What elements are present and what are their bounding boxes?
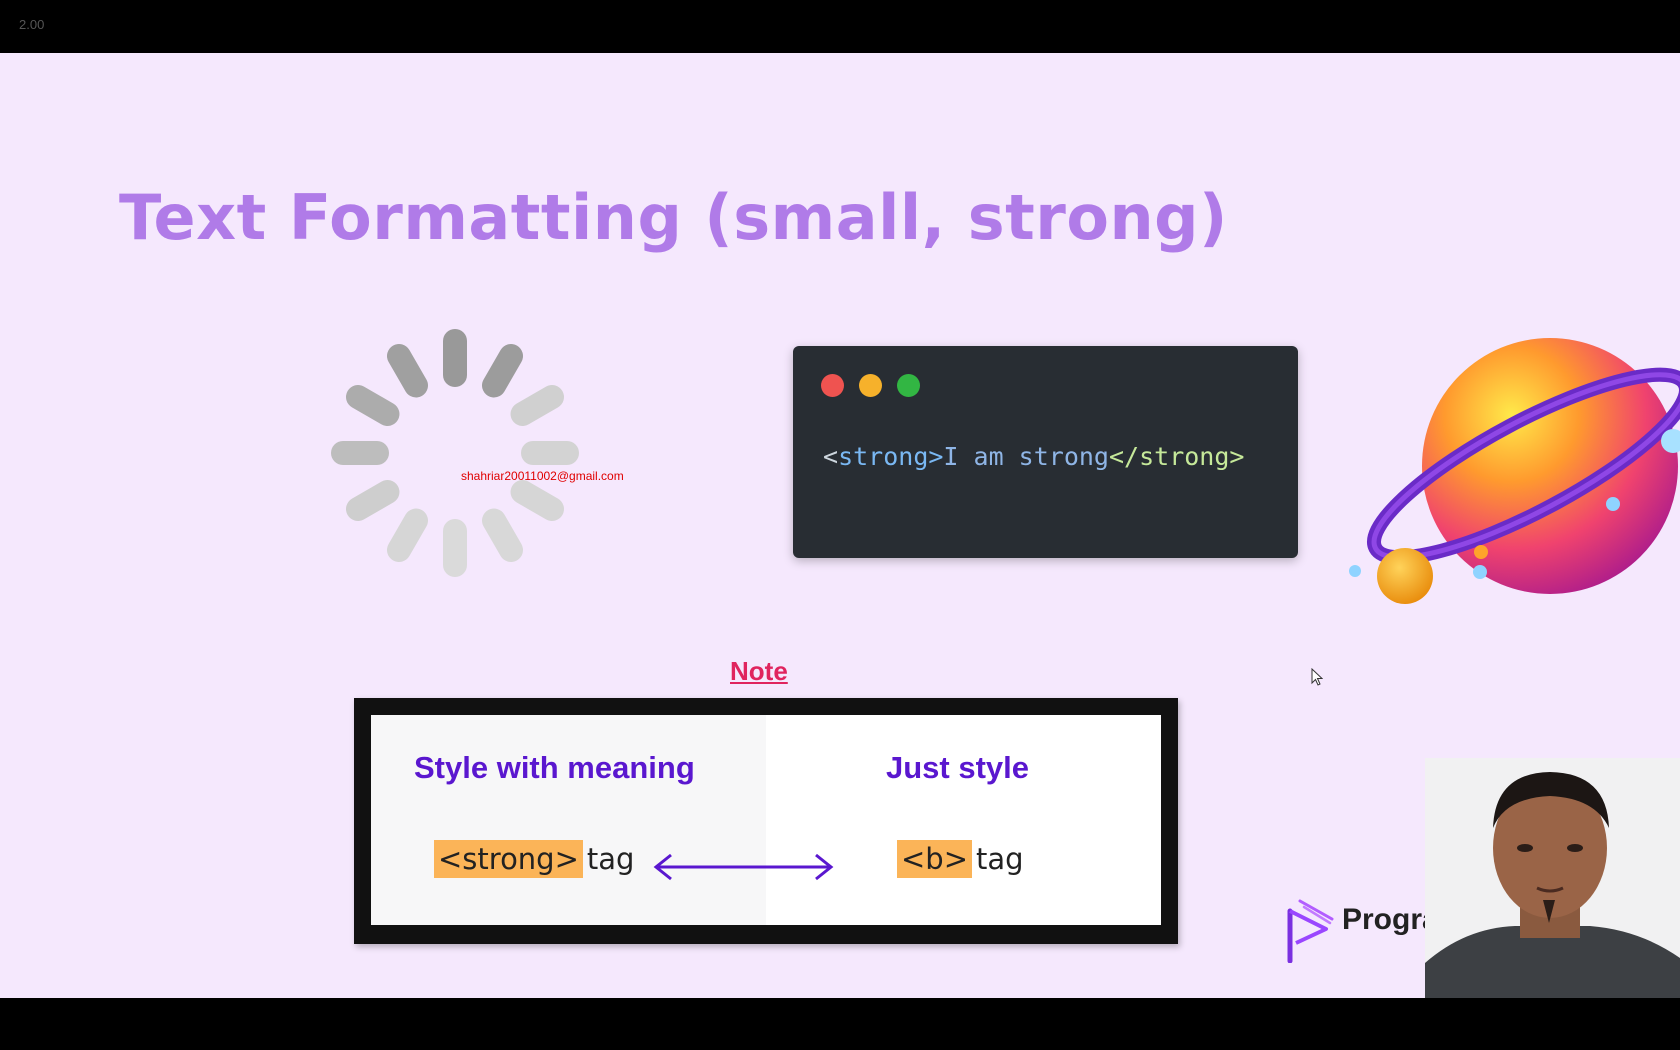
window-dot-green bbox=[897, 374, 920, 397]
email-watermark: shahriar20011002@gmail.com bbox=[461, 469, 624, 483]
video-bottom-bar bbox=[0, 998, 1680, 1050]
code-line: <strong>I am strong</strong> bbox=[823, 442, 1244, 471]
strong-tag-suffix: tag bbox=[586, 842, 635, 876]
heading-style-with-meaning: Style with meaning bbox=[414, 750, 695, 785]
code-open-tag: strong> bbox=[838, 442, 944, 471]
heading-just-style: Just style bbox=[886, 750, 1030, 785]
video-top-bar: 2.00 bbox=[0, 0, 1680, 53]
code-open-bracket: < bbox=[823, 442, 839, 471]
slide-title: Text Formatting (small, strong) bbox=[119, 181, 1228, 254]
comparison-inner: Style with meaning Just style <strong> t… bbox=[371, 715, 1161, 925]
window-dot-yellow bbox=[859, 374, 882, 397]
comparison-panel: Style with meaning Just style <strong> t… bbox=[354, 698, 1178, 944]
mouse-cursor-icon bbox=[1311, 668, 1323, 686]
planet-illustration bbox=[1349, 338, 1680, 604]
note-heading: Note bbox=[730, 656, 788, 686]
code-close-tag: </strong> bbox=[1109, 442, 1245, 471]
playback-speed[interactable]: 2.00 bbox=[19, 17, 44, 32]
b-tag-highlight: <b> bbox=[897, 840, 973, 878]
strong-tag-row: <strong> tag bbox=[434, 840, 634, 878]
b-tag-suffix: tag bbox=[976, 842, 1024, 876]
strong-tag-highlight: <strong> bbox=[434, 840, 583, 878]
window-dot-red bbox=[821, 374, 844, 397]
slide: Text Formatting (small, strong) shahriar… bbox=[0, 53, 1680, 998]
programming-hero-logo-icon bbox=[1287, 899, 1334, 963]
code-window: <strong>I am strong</strong> bbox=[793, 346, 1298, 558]
code-text: I am strong bbox=[943, 442, 1109, 471]
b-tag-row: <b> tag bbox=[897, 840, 1024, 878]
double-arrow-icon bbox=[653, 853, 834, 881]
presenter-webcam bbox=[1425, 758, 1680, 998]
loading-spinner-icon bbox=[331, 329, 579, 577]
comparison-left-column bbox=[371, 715, 766, 925]
